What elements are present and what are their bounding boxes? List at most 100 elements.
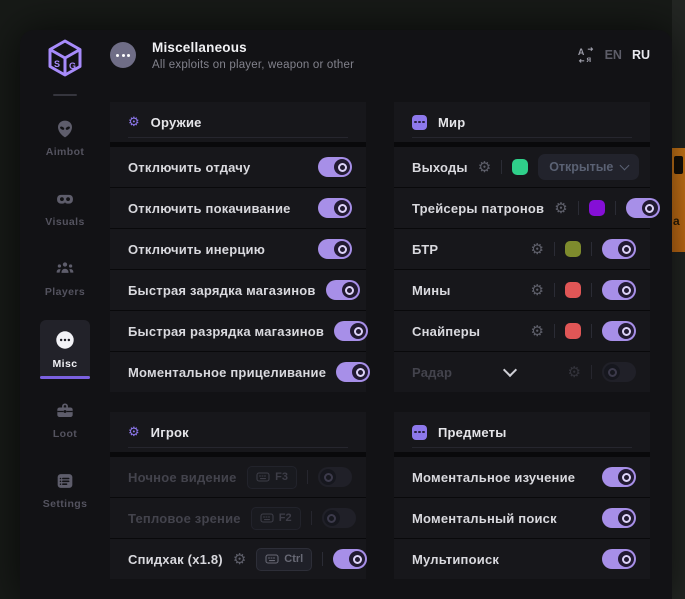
sidebar-item-misc[interactable]: Misc bbox=[40, 320, 90, 378]
feature-row: Моментальное изучение bbox=[394, 457, 650, 497]
feature-label: Моментальный поиск bbox=[412, 511, 592, 526]
row-controls bbox=[318, 239, 352, 259]
color-swatch[interactable] bbox=[512, 159, 528, 175]
toggle-switch[interactable] bbox=[318, 198, 352, 218]
divider bbox=[591, 242, 592, 256]
section-header: Мир bbox=[394, 102, 650, 142]
toggle-switch[interactable] bbox=[318, 239, 352, 259]
gear-icon[interactable]: ⚙ bbox=[233, 552, 246, 567]
svg-text:A: A bbox=[577, 47, 584, 57]
content: ⚙ОружиеОтключить отдачуОтключить покачив… bbox=[110, 102, 650, 579]
color-swatch[interactable] bbox=[565, 241, 581, 257]
app-logo-icon: S G bbox=[45, 38, 85, 78]
gear-icon[interactable]: ⚙ bbox=[554, 201, 567, 216]
toggle-switch[interactable] bbox=[334, 321, 368, 341]
row-controls bbox=[334, 321, 368, 341]
cheat-menu-window: S G Aimbot Visuals Players Misc Loot Settings… bbox=[20, 30, 672, 599]
divider bbox=[554, 283, 555, 297]
divider bbox=[591, 324, 592, 338]
svg-text:S: S bbox=[54, 59, 60, 69]
toggle-knob bbox=[618, 241, 634, 257]
toggle-switch[interactable] bbox=[336, 362, 370, 382]
svg-text:я: я bbox=[586, 55, 591, 64]
feature-row: Трейсеры патронов⚙ bbox=[394, 188, 650, 228]
toggle-knob bbox=[618, 282, 634, 298]
section-Предметы: Предметы Моментальное изучение Моментальны… bbox=[394, 412, 650, 579]
toggle-switch[interactable] bbox=[318, 467, 352, 487]
divider bbox=[554, 242, 555, 256]
feature-row: Радар⚙ bbox=[394, 352, 650, 392]
toggle-switch[interactable] bbox=[333, 549, 367, 569]
row-controls: ⚙ bbox=[531, 321, 636, 341]
divider bbox=[591, 365, 592, 379]
main-area: Miscellaneous All exploits on player, we… bbox=[110, 30, 672, 599]
feature-label: БТР bbox=[412, 242, 521, 257]
toggle-switch[interactable] bbox=[602, 321, 636, 341]
toggle-switch[interactable] bbox=[602, 549, 636, 569]
toggle-switch[interactable] bbox=[326, 280, 360, 300]
toggle-knob bbox=[334, 159, 350, 175]
sidebar-item-aimbot[interactable]: Aimbot bbox=[40, 110, 90, 166]
chevron-down-icon[interactable] bbox=[503, 363, 517, 377]
misc-ellipsis-icon bbox=[110, 42, 136, 68]
toggle-knob bbox=[618, 323, 634, 339]
gear-icon[interactable]: ⚙ bbox=[531, 283, 544, 298]
divider bbox=[591, 283, 592, 297]
hotkey-badge: F2 bbox=[251, 507, 301, 530]
section-title: Мир bbox=[438, 115, 465, 130]
row-controls: ⚙ bbox=[531, 280, 636, 300]
toggle-switch[interactable] bbox=[602, 239, 636, 259]
section-Мир: МирВыходы⚙ОткрытыеТрейсеры патронов⚙БТР⚙… bbox=[394, 102, 650, 392]
toggle-switch[interactable] bbox=[602, 280, 636, 300]
lang-en-button[interactable]: EN bbox=[605, 48, 622, 62]
divider bbox=[322, 552, 323, 566]
color-swatch[interactable] bbox=[565, 282, 581, 298]
toggle-switch[interactable] bbox=[602, 362, 636, 382]
row-controls: F2 bbox=[251, 507, 356, 530]
toggle-switch[interactable] bbox=[322, 508, 356, 528]
row-controls: ⚙ bbox=[554, 198, 659, 218]
color-swatch[interactable] bbox=[589, 200, 605, 216]
gear-icon[interactable]: ⚙ bbox=[531, 324, 544, 339]
sidebar-item-loot[interactable]: Loot bbox=[40, 392, 90, 448]
section-Игрок: ⚙ИгрокНочное видениеF3Тепловое зрениеF2С… bbox=[110, 412, 366, 579]
section-rows: Моментальное изучение Моментальный поиск М… bbox=[394, 457, 650, 579]
toggle-knob bbox=[604, 364, 620, 380]
section-title: Предметы bbox=[438, 425, 507, 440]
feature-row: Снайперы ⚙ bbox=[394, 311, 650, 351]
feature-row: Спидхак (x1.8)⚙Ctrl bbox=[110, 539, 366, 579]
sidebar-nav: Aimbot Visuals Players Misc Loot Settings bbox=[20, 110, 110, 518]
dots-icon bbox=[412, 115, 427, 130]
sidebar-item-label: Loot bbox=[53, 428, 77, 440]
sidebar-item-settings[interactable]: Settings bbox=[40, 462, 90, 518]
sidebar-item-visuals[interactable]: Visuals bbox=[40, 180, 90, 236]
state-dropdown[interactable]: Открытые bbox=[538, 154, 639, 180]
gear-icon: ⚙ bbox=[128, 116, 140, 129]
toggle-switch[interactable] bbox=[318, 157, 352, 177]
dots-icon bbox=[412, 425, 427, 440]
feature-row: Мультипоиск bbox=[394, 539, 650, 579]
toggle-knob bbox=[618, 469, 634, 485]
lang-ru-button[interactable]: RU bbox=[632, 48, 650, 62]
section-rows: Ночное видениеF3Тепловое зрениеF2Спидхак… bbox=[110, 457, 366, 579]
feature-label: Снайперы bbox=[412, 324, 521, 339]
toggle-switch[interactable] bbox=[602, 508, 636, 528]
gear-icon[interactable]: ⚙ bbox=[568, 365, 581, 380]
feature-label: Отключить отдачу bbox=[128, 160, 308, 175]
color-swatch[interactable] bbox=[565, 323, 581, 339]
sidebar: S G Aimbot Visuals Players Misc Loot Settings bbox=[20, 30, 110, 599]
feature-label: Мины bbox=[412, 283, 521, 298]
row-controls: ⚙ bbox=[568, 362, 636, 382]
sidebar-item-label: Settings bbox=[43, 498, 88, 510]
svg-text:G: G bbox=[69, 61, 76, 71]
gear-icon[interactable]: ⚙ bbox=[531, 242, 544, 257]
gear-icon[interactable]: ⚙ bbox=[478, 160, 491, 175]
toggle-switch[interactable] bbox=[602, 467, 636, 487]
toggle-knob bbox=[350, 323, 366, 339]
toggle-knob bbox=[334, 200, 350, 216]
row-controls: ⚙ bbox=[531, 239, 636, 259]
sidebar-item-label: Aimbot bbox=[46, 146, 85, 158]
sidebar-item-players[interactable]: Players bbox=[40, 250, 90, 306]
toggle-switch[interactable] bbox=[626, 198, 660, 218]
feature-row: Ночное видениеF3 bbox=[110, 457, 366, 497]
